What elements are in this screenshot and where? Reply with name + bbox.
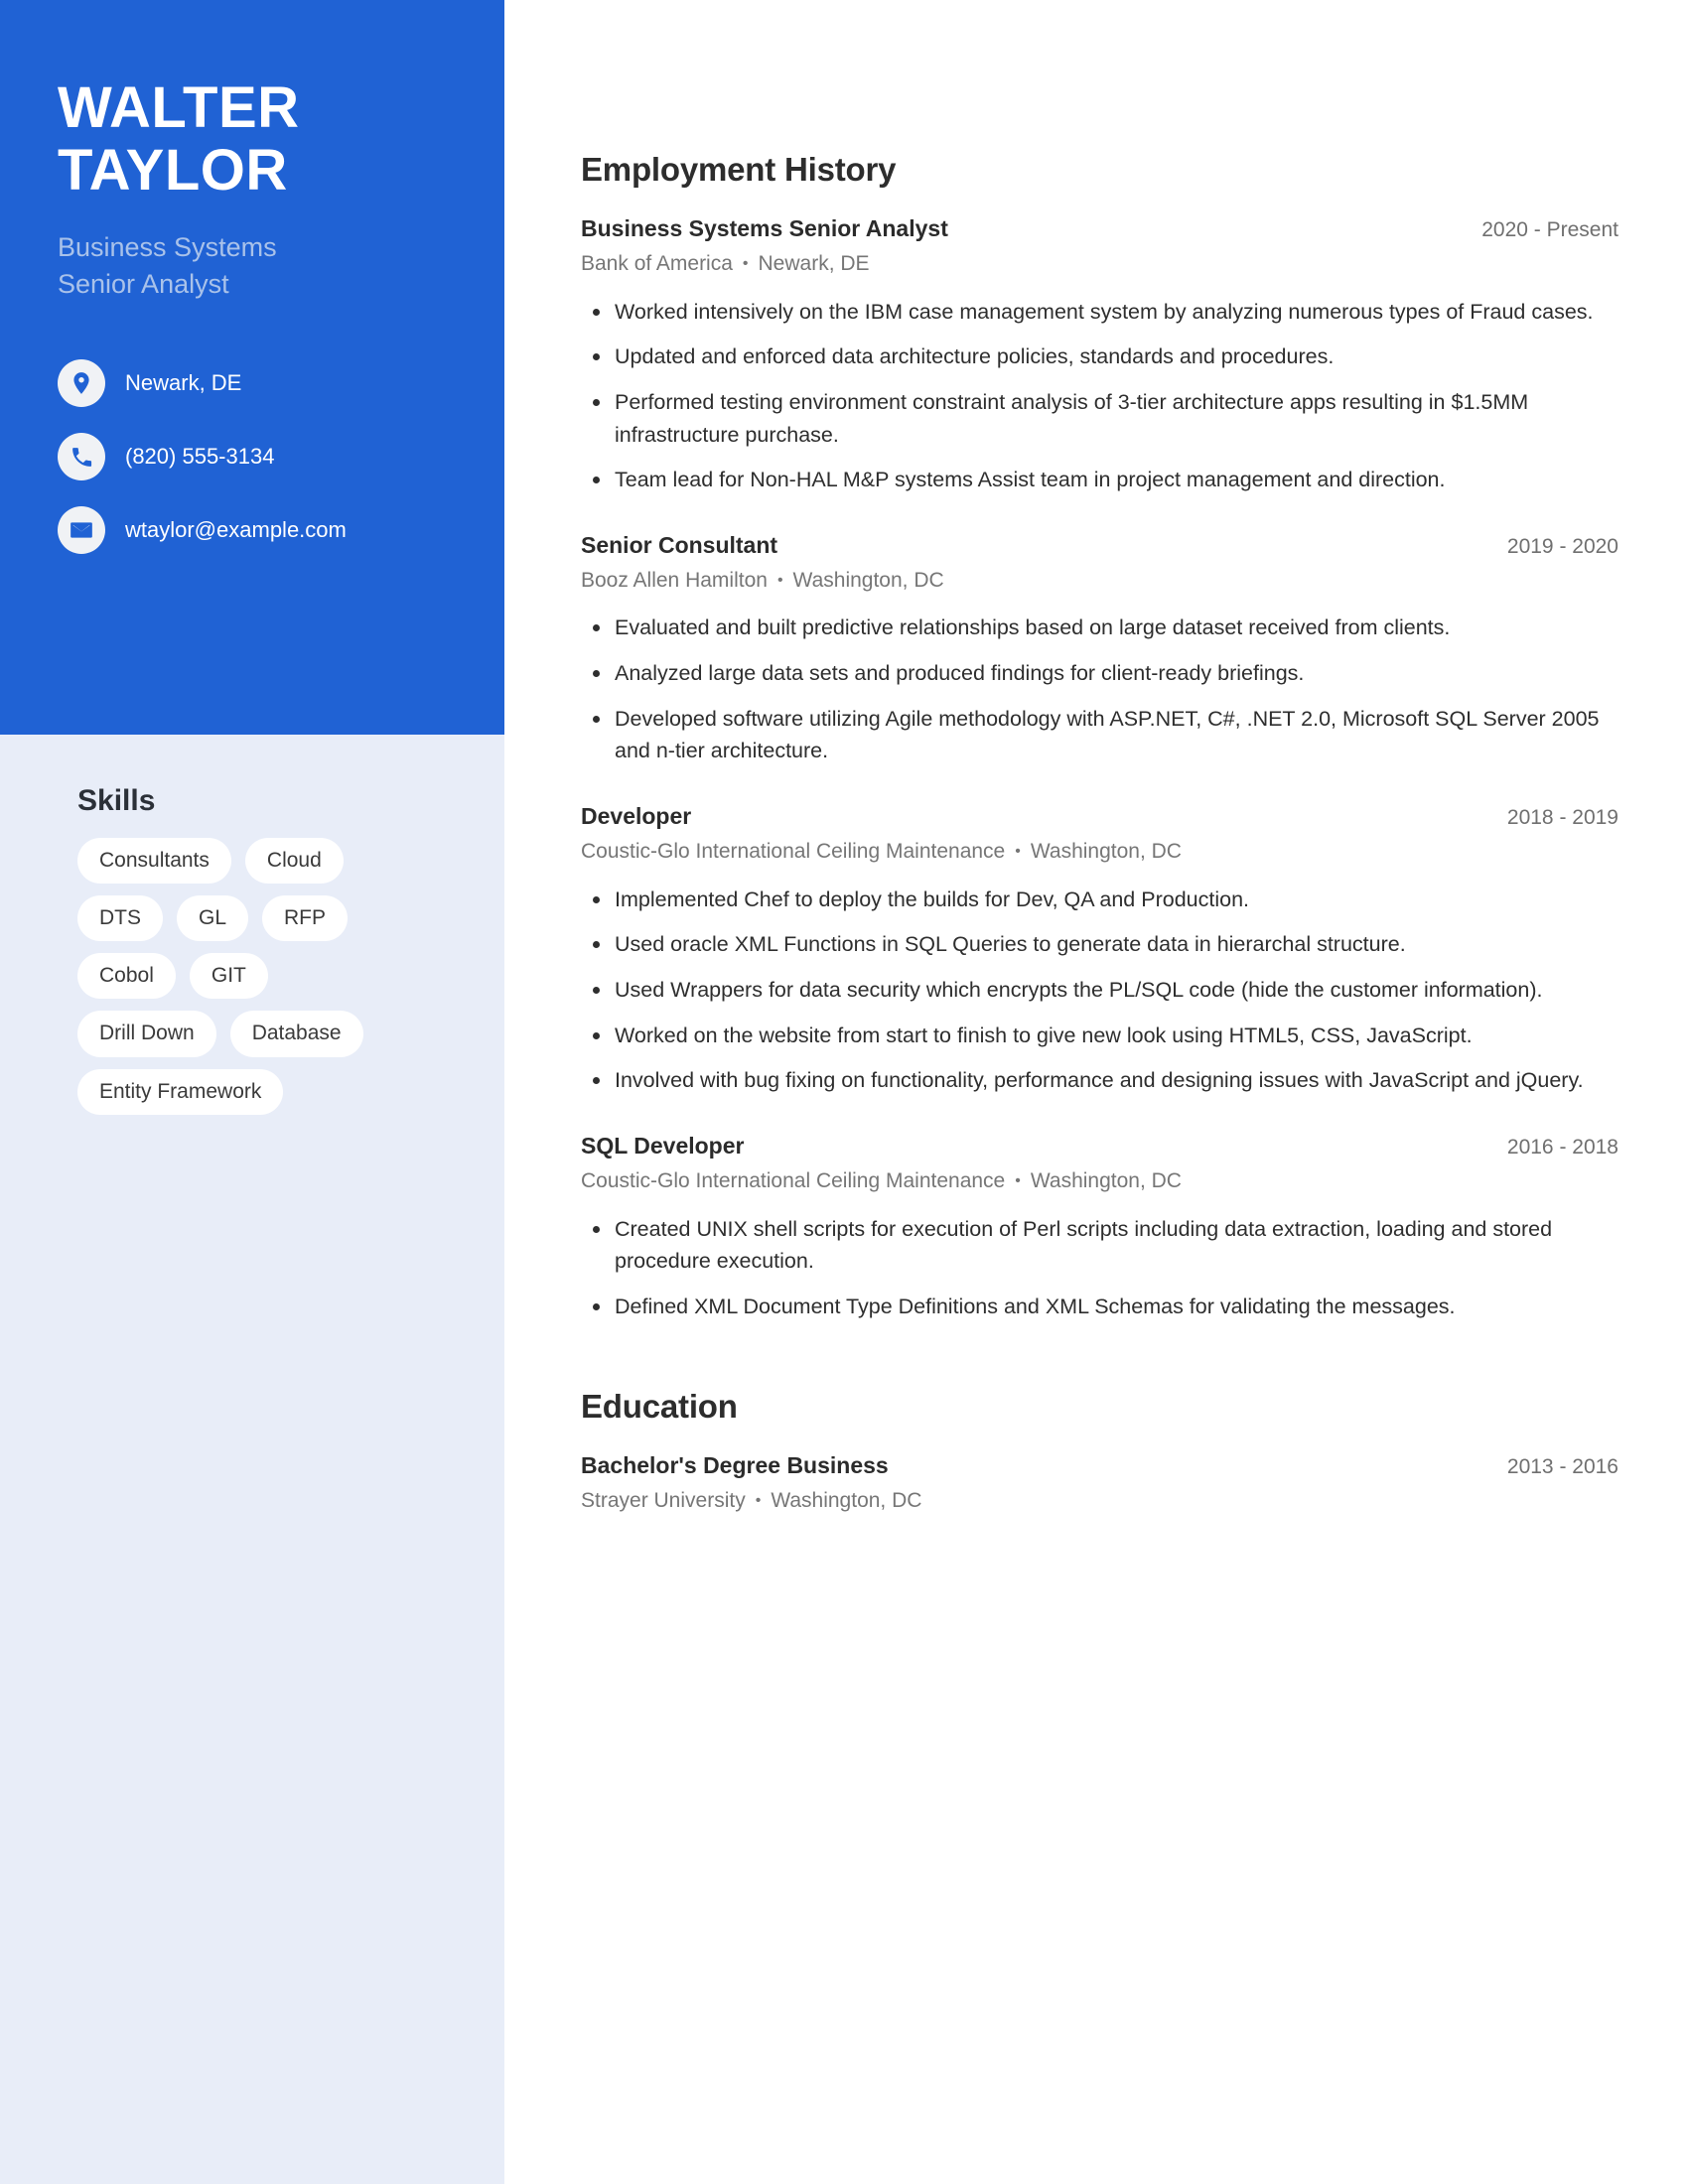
contact-email-text: wtaylor@example.com (125, 516, 347, 542)
meta-separator-icon: • (755, 1491, 762, 1509)
contact-location-text: Newark, DE (125, 369, 242, 395)
job-company-location: Bank of America • Newark, DE (581, 250, 1618, 277)
skill-pill[interactable]: DTS (77, 895, 163, 942)
email-envelope-icon (58, 506, 105, 555)
location-pin-icon (58, 359, 105, 408)
resume-page: WALTER TAYLOR Business Systems Senior An… (0, 0, 1688, 2184)
job-bullet: Involved with bug fixing on functionalit… (581, 1064, 1618, 1097)
candidate-last-name: TAYLOR (58, 137, 288, 203)
job-company: Booz Allen Hamilton (581, 569, 768, 593)
job-location: Newark, DE (758, 252, 870, 276)
job-date-range: 2019 - 2020 (1506, 534, 1618, 558)
job-company: Coustic-Glo International Ceiling Mainte… (581, 840, 1006, 864)
job-bullet: Evaluated and built predictive relations… (581, 612, 1618, 644)
degree-date-range: 2013 - 2016 (1506, 1454, 1618, 1478)
skill-pill[interactable]: GL (177, 895, 249, 942)
job-bullet-list: Implemented Chef to deploy the builds fo… (581, 884, 1618, 1097)
job-bullet: Team lead for Non-HAL M&P systems Assist… (581, 464, 1618, 496)
job-bullet: Worked on the website from start to fini… (581, 1020, 1618, 1052)
contact-list: Newark, DE (820) 555-3134 wtaylor@exampl… (58, 359, 447, 555)
education-entry: Bachelor's Degree Business 2013 - 2016 S… (581, 1451, 1618, 1515)
job-bullet-list: Worked intensively on the IBM case manag… (581, 296, 1618, 496)
employment-entry: Business Systems Senior Analyst 2020 - P… (581, 214, 1618, 496)
job-title: Senior Consultant (581, 531, 778, 558)
job-location: Washington, DC (1030, 840, 1182, 864)
skill-pill[interactable]: Database (229, 1011, 363, 1057)
job-bullet: Implemented Chef to deploy the builds fo… (581, 884, 1618, 916)
skill-pill[interactable]: Consultants (77, 838, 231, 885)
sidebar-header: WALTER TAYLOR Business Systems Senior An… (0, 0, 504, 735)
degree-title: Bachelor's Degree Business (581, 1451, 889, 1478)
skill-pill[interactable]: RFP (262, 895, 349, 942)
meta-separator-icon: • (1015, 1172, 1021, 1190)
job-bullet: Defined XML Document Type Definitions an… (581, 1291, 1618, 1323)
candidate-first-name: WALTER (58, 75, 300, 140)
employment-entry: Developer 2018 - 2019 Coustic-Glo Intern… (581, 802, 1618, 1097)
candidate-title-line-2: Senior Analyst (58, 268, 229, 299)
job-company: Bank of America (581, 252, 733, 276)
meta-separator-icon: • (776, 572, 783, 590)
employment-entry: Senior Consultant 2019 - 2020 Booz Allen… (581, 531, 1618, 767)
school-location-text: Washington, DC (771, 1488, 922, 1512)
job-company-location: Booz Allen Hamilton • Washington, DC (581, 567, 1618, 594)
job-bullet: Analyzed large data sets and produced fi… (581, 657, 1618, 690)
job-bullet: Used oracle XML Functions in SQL Queries… (581, 928, 1618, 961)
sidebar: WALTER TAYLOR Business Systems Senior An… (0, 0, 504, 2184)
candidate-title-line-1: Business Systems (58, 232, 277, 263)
job-bullet-list: Evaluated and built predictive relations… (581, 612, 1618, 767)
job-company: Coustic-Glo International Ceiling Mainte… (581, 1169, 1006, 1193)
job-title: SQL Developer (581, 1133, 745, 1160)
phone-icon (58, 433, 105, 481)
skill-pill[interactable]: Entity Framework (77, 1068, 284, 1115)
education-heading: Education (581, 1387, 738, 1425)
skill-pill[interactable]: Cloud (244, 838, 344, 885)
job-date-range: 2016 - 2018 (1506, 1136, 1618, 1160)
meta-separator-icon: • (742, 255, 749, 273)
job-title: Developer (581, 803, 692, 830)
skills-heading: Skills (77, 784, 156, 817)
skills-section: Skills Consultants Cloud DTS GL RFP Cobo… (0, 784, 504, 1115)
job-company-location: Coustic-Glo International Ceiling Mainte… (581, 838, 1618, 865)
job-bullet: Updated and enforced data architecture p… (581, 341, 1618, 373)
job-bullet: Worked intensively on the IBM case manag… (581, 296, 1618, 329)
school-name: Strayer University (581, 1488, 746, 1512)
job-location: Washington, DC (792, 569, 944, 593)
skill-pill[interactable]: GIT (189, 953, 268, 1000)
employment-entry: SQL Developer 2016 - 2018 Coustic-Glo In… (581, 1132, 1618, 1323)
job-title: Business Systems Senior Analyst (581, 215, 948, 241)
job-location: Washington, DC (1030, 1169, 1182, 1193)
contact-item-location: Newark, DE (58, 359, 447, 408)
school-location: Strayer University • Washington, DC (581, 1487, 1618, 1514)
employment-history-heading: Employment History (581, 151, 897, 188)
contact-item-email: wtaylor@example.com (58, 506, 447, 555)
job-bullet: Developed software utilizing Agile metho… (581, 703, 1618, 767)
job-company-location: Coustic-Glo International Ceiling Mainte… (581, 1167, 1618, 1194)
job-date-range: 2018 - 2019 (1506, 806, 1618, 830)
skill-pill[interactable]: Cobol (77, 953, 176, 1000)
skill-pill-list: Consultants Cloud DTS GL RFP Cobol GIT D… (77, 838, 395, 1115)
job-bullet: Created UNIX shell scripts for execution… (581, 1213, 1618, 1278)
meta-separator-icon: • (1015, 843, 1021, 861)
job-bullet-list: Created UNIX shell scripts for execution… (581, 1213, 1618, 1323)
contact-phone-text: (820) 555-3134 (125, 443, 275, 469)
job-bullet: Performed testing environment constraint… (581, 386, 1618, 451)
contact-item-phone: (820) 555-3134 (58, 433, 447, 481)
job-bullet: Used Wrappers for data security which en… (581, 974, 1618, 1007)
job-date-range: 2020 - Present (1481, 218, 1618, 241)
main-content: Employment History Business Systems Seni… (581, 0, 1618, 1518)
skill-pill[interactable]: Drill Down (77, 1011, 216, 1057)
